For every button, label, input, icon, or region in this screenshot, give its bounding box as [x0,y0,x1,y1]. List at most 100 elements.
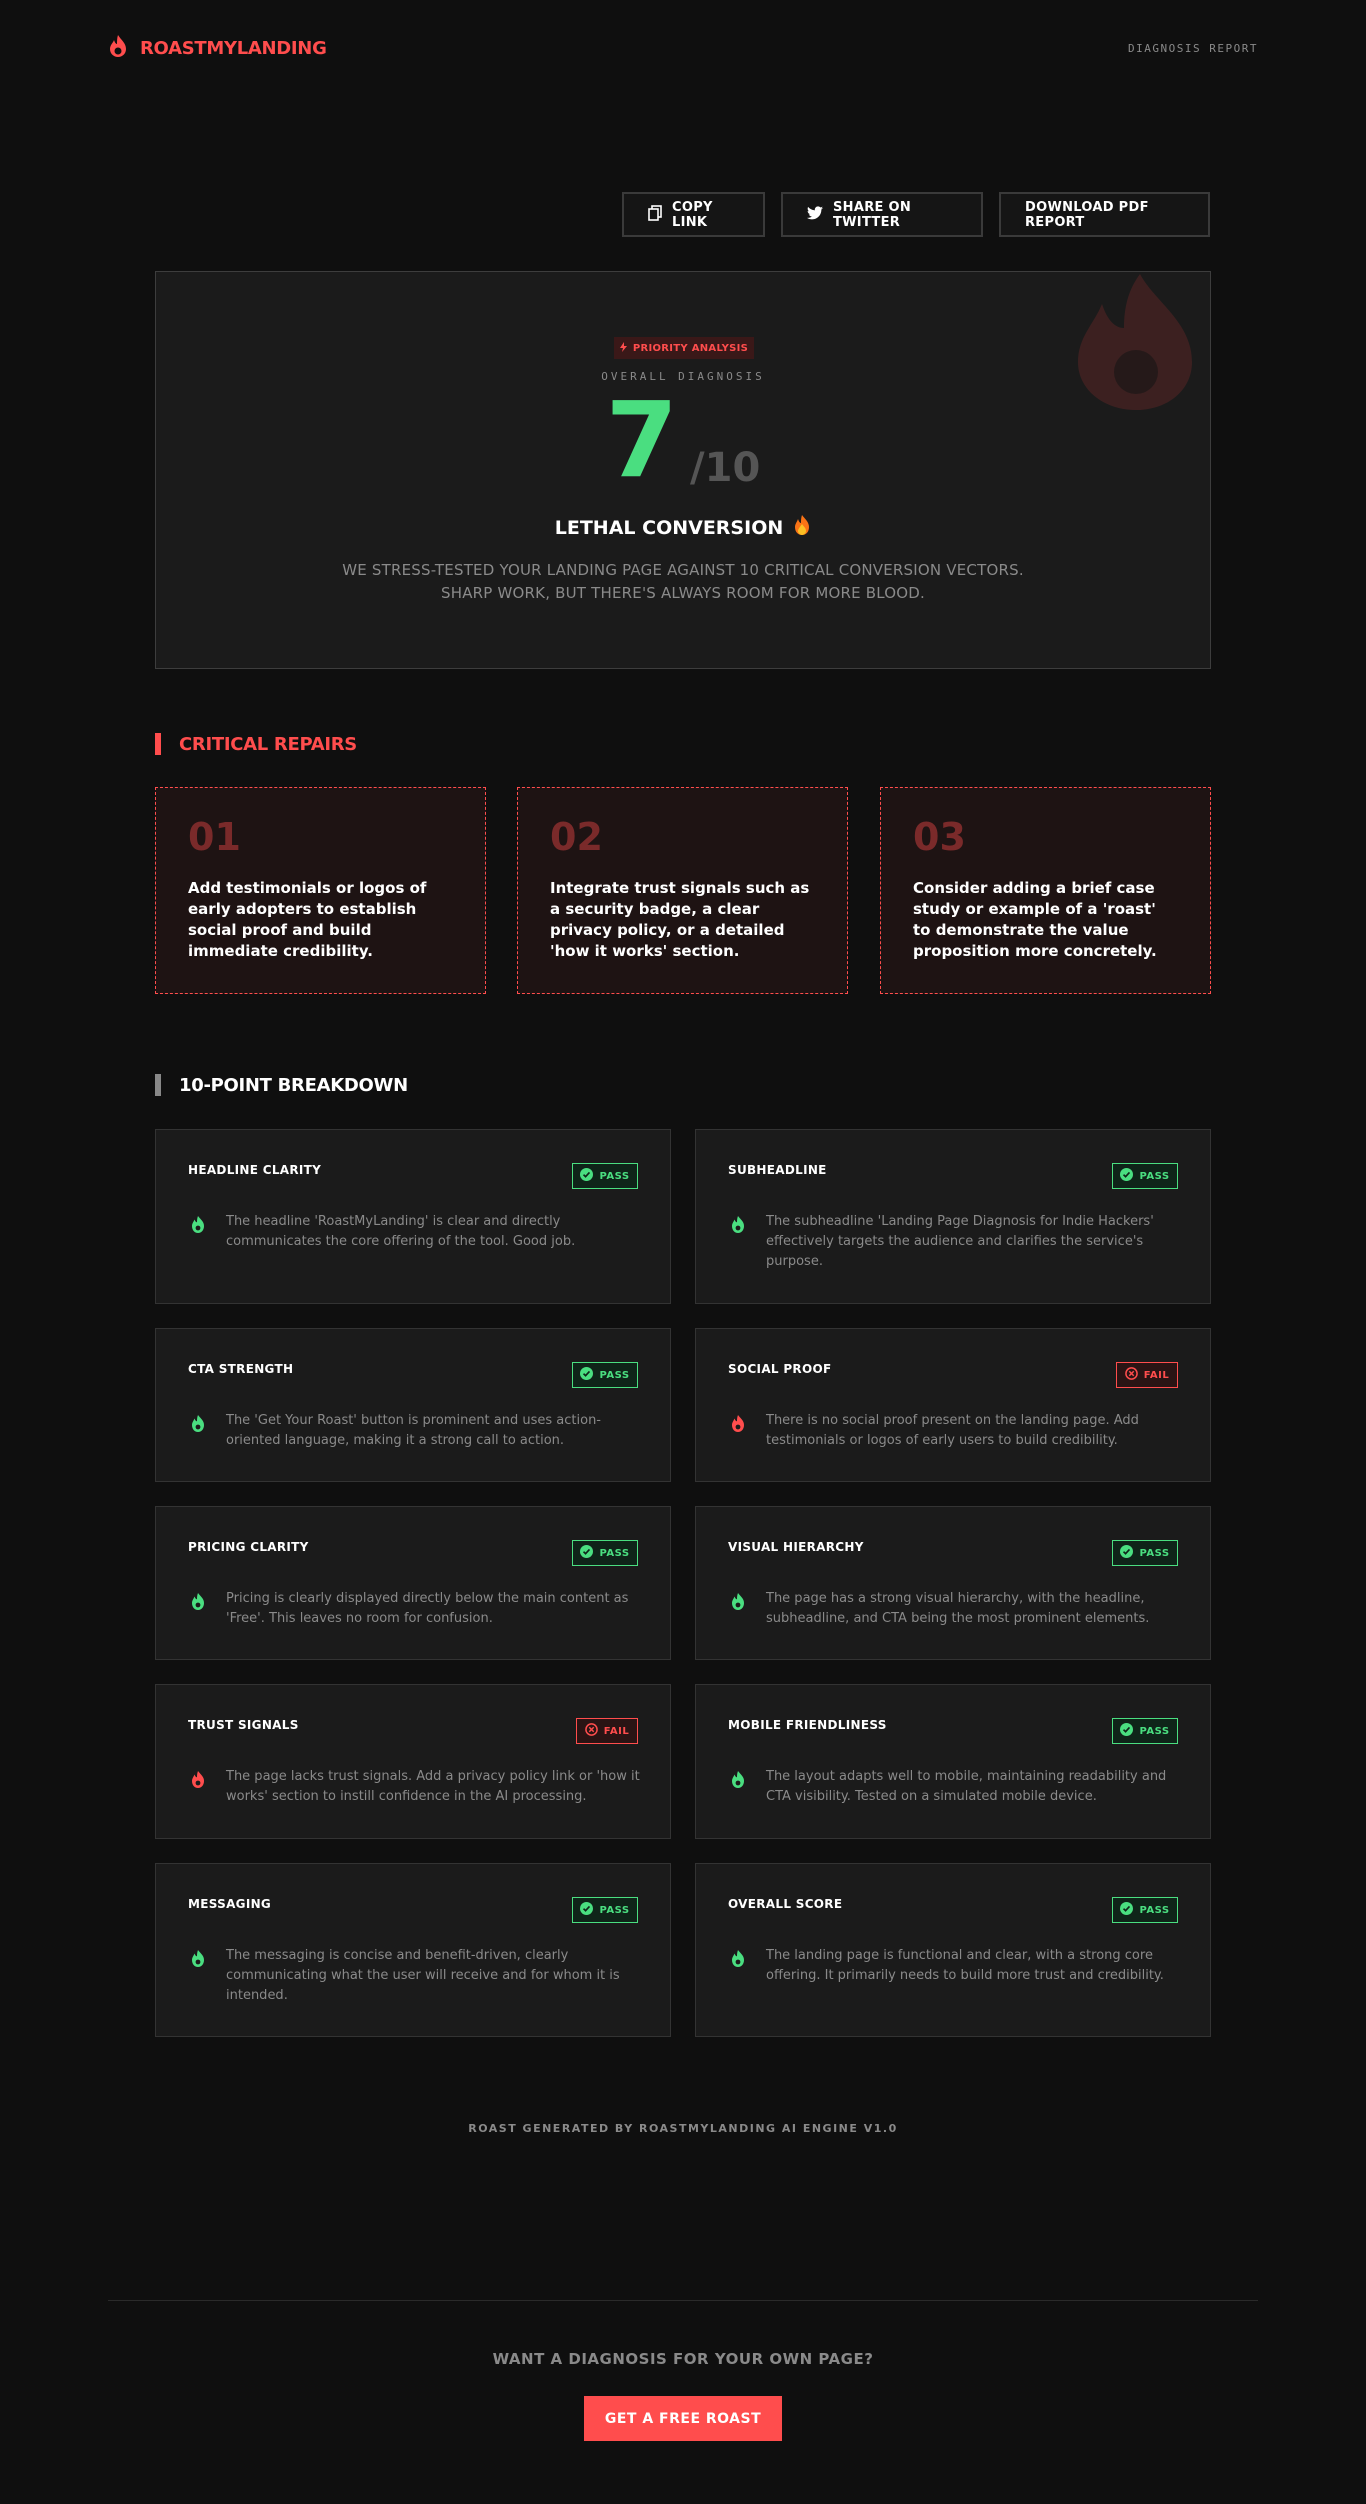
flame-icon [190,1770,206,1793]
diagnosis-description: WE STRESS-TESTED YOUR LANDING PAGE AGAIN… [342,561,1024,602]
flame-icon [190,1949,206,1972]
breakdown-card-text: The layout adapts well to mobile, mainta… [766,1769,1167,1804]
breakdown-card-text: The page has a strong visual hierarchy, … [766,1591,1150,1626]
breakdown-card: MOBILE FRIENDLINESS PASS The layout adapts… [695,1684,1211,1839]
verdict: LETHAL CONVERSION [156,514,1210,541]
pass-status-badge: PASS [572,1897,638,1923]
report-label: DIAGNOSIS REPORT [1128,41,1258,55]
fire-emoji-icon [793,514,811,541]
repair-text: Consider adding a brief case study or ex… [913,879,1157,960]
pass-status-badge: PASS [572,1540,638,1566]
x-circle-icon [584,1723,598,1739]
check-circle-icon [1120,1723,1134,1739]
flame-icon [730,1949,746,1972]
repair-number: 03 [913,815,966,859]
breakdown-card: VISUAL HIERARCHY PASS The page has a stron… [695,1506,1211,1660]
footer-divider [108,2300,1258,2301]
flame-icon [108,34,128,62]
breakdown-card-title: HEADLINE CLARITY [188,1163,322,1177]
breakdown-title: 10-POINT BREAKDOWN [179,1074,408,1096]
breakdown-card-title: OVERALL SCORE [728,1897,843,1911]
x-circle-icon [1124,1367,1138,1383]
status-label: PASS [1139,1170,1170,1182]
breakdown-card-title: MOBILE FRIENDLINESS [728,1718,887,1732]
check-circle-icon [1120,1545,1134,1561]
breakdown-card: HEADLINE CLARITY PASS The headline 'RoastM… [155,1129,671,1304]
repair-card: 02 Integrate trust signals such as a sec… [517,787,848,994]
score-max: /10 [690,445,761,491]
check-circle-icon [580,1168,594,1184]
status-label: PASS [599,1547,630,1559]
section-accent-bar [155,733,161,755]
status-label: FAIL [1143,1369,1170,1381]
repair-text: Add testimonials or logos of early adopt… [188,879,427,960]
pass-status-badge: PASS [1112,1897,1178,1923]
flame-icon [190,1592,206,1615]
download-pdf-button[interactable]: DOWNLOAD PDF REPORT [999,192,1210,237]
status-label: PASS [599,1170,630,1182]
flame-icon [190,1215,206,1238]
breakdown-card: PRICING CLARITY PASS Pricing is clearly di… [155,1506,671,1660]
status-label: PASS [1139,1904,1170,1916]
pass-status-badge: PASS [1112,1163,1178,1189]
breakdown-card: MESSAGING PASS The messaging is concise an… [155,1863,671,2037]
copy-link-button[interactable]: COPY LINK [622,192,765,237]
score-display: 7 /10 [156,388,1210,492]
engine-credit: ROAST GENERATED BY ROASTMYLANDING AI ENG… [468,2122,898,2135]
status-label: PASS [1139,1725,1170,1737]
breakdown-card-title: SOCIAL PROOF [728,1362,832,1376]
section-accent-bar [155,1074,161,1096]
breakdown-heading: 10-POINT BREAKDOWN [155,1074,408,1096]
twitter-icon [807,205,823,224]
breakdown-card: OVERALL SCORE PASS The landing page is fun… [695,1863,1211,2037]
overall-diagnosis-panel: PRIORITY ANALYSIS OVERALL DIAGNOSIS 7 /1… [155,271,1211,669]
top-bar: ROASTMYLANDING DIAGNOSIS REPORT [108,30,1258,66]
breakdown-card-title: TRUST SIGNALS [188,1718,299,1732]
share-twitter-button[interactable]: SHARE ON TWITTER [781,192,983,237]
flame-icon [730,1770,746,1793]
pass-status-badge: PASS [1112,1718,1178,1744]
breakdown-card: CTA STRENGTH PASS The 'Get Your Roast' but… [155,1328,671,1482]
breakdown-card: TRUST SIGNALS FAIL The page lacks trust si… [155,1684,671,1839]
copy-link-label: COPY LINK [672,199,713,230]
breakdown-card: SUBHEADLINE PASS The subheadline 'Landing … [695,1129,1211,1304]
breakdown-card: SOCIAL PROOF FAIL There is no social proof… [695,1328,1211,1482]
breakdown-card-text: The subheadline 'Landing Page Diagnosis … [766,1214,1154,1269]
flame-icon [730,1592,746,1615]
status-label: PASS [599,1904,630,1916]
check-circle-icon [580,1367,594,1383]
breakdown-card-title: CTA STRENGTH [188,1362,294,1376]
bolt-icon [619,341,627,355]
cta-question: WANT A DIAGNOSIS FOR YOUR OWN PAGE? [492,2350,874,2368]
check-circle-icon [1120,1168,1134,1184]
repair-card: 01 Add testimonials or logos of early ad… [155,787,486,994]
score-value: 7 [605,379,679,501]
share-actions: COPY LINK SHARE ON TWITTER DOWNLOAD PDF … [622,192,1210,237]
download-pdf-label: DOWNLOAD PDF REPORT [1025,199,1149,230]
flame-icon [190,1414,206,1437]
brand[interactable]: ROASTMYLANDING [108,34,327,62]
breakdown-card-text: Pricing is clearly displayed directly be… [226,1591,629,1626]
breakdown-card-title: SUBHEADLINE [728,1163,827,1177]
repair-text: Integrate trust signals such as a securi… [550,879,810,960]
breakdown-card-text: The headline 'RoastMyLanding' is clear a… [226,1214,576,1249]
check-circle-icon [1120,1902,1134,1918]
get-free-roast-button[interactable]: GET A FREE ROAST [584,2396,782,2441]
critical-repairs-title: CRITICAL REPAIRS [179,733,357,755]
share-twitter-label: SHARE ON TWITTER [833,199,912,230]
critical-repairs-heading: CRITICAL REPAIRS [155,733,357,755]
check-circle-icon [580,1545,594,1561]
fail-status-badge: FAIL [576,1718,638,1744]
brand-name: ROASTMYLANDING [140,37,327,59]
breakdown-card-title: PRICING CLARITY [188,1540,309,1554]
overall-diagnosis-label: OVERALL DIAGNOSIS [601,370,765,383]
breakdown-card-text: The 'Get Your Roast' button is prominent… [226,1413,602,1448]
breakdown-card-text: The page lacks trust signals. Add a priv… [226,1769,640,1804]
repair-card: 03 Consider adding a brief case study or… [880,787,1211,994]
breakdown-card-text: The landing page is functional and clear… [766,1948,1164,1983]
breakdown-card-title: MESSAGING [188,1897,272,1911]
pass-status-badge: PASS [572,1362,638,1388]
pass-status-badge: PASS [1112,1540,1178,1566]
fail-status-badge: FAIL [1116,1362,1178,1388]
pass-status-badge: PASS [572,1163,638,1189]
